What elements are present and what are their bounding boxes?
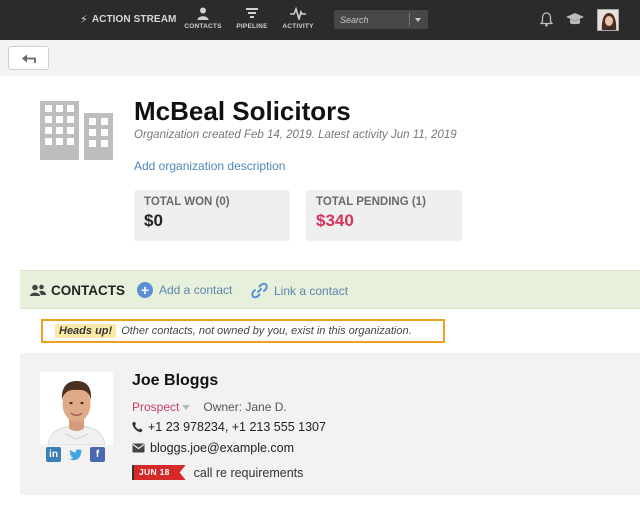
- total-won-value: $0: [144, 211, 163, 230]
- contact-meta-row: Prospect Owner: Jane D.: [132, 400, 287, 414]
- bell-icon[interactable]: [540, 12, 553, 27]
- add-contact-button[interactable]: + Add a contact: [137, 282, 232, 298]
- graduation-cap-icon[interactable]: [566, 12, 584, 26]
- contact-photo[interactable]: [40, 372, 113, 445]
- person-icon: [197, 7, 209, 20]
- link-contact-button[interactable]: Link a contact: [251, 282, 348, 299]
- organization-name: McBeal Solicitors: [134, 96, 351, 126]
- contacts-section-header: CONTACTS + Add a contact Link a contact: [20, 270, 640, 309]
- nav-contacts[interactable]: CONTACTS: [177, 7, 229, 30]
- search-box: [334, 10, 428, 29]
- search-dropdown-icon[interactable]: [415, 17, 421, 22]
- heads-up-badge: Heads up!: [55, 324, 117, 338]
- user-avatar[interactable]: [597, 9, 619, 31]
- total-won-card: TOTAL WON (0) $0: [134, 190, 290, 241]
- linkedin-icon[interactable]: in: [46, 447, 61, 462]
- stage-label: Prospect: [132, 400, 180, 414]
- back-button[interactable]: [8, 46, 49, 70]
- total-pending-label: TOTAL PENDING (1): [316, 196, 426, 208]
- reply-arrow-icon: [21, 54, 36, 63]
- organization-meta: Organization created Feb 14, 2019. Lates…: [134, 129, 457, 141]
- plus-icon: +: [137, 282, 153, 298]
- total-pending-value: $340: [316, 211, 354, 230]
- contacts-title: CONTACTS: [51, 283, 125, 298]
- pulse-icon: [290, 7, 306, 20]
- contact-card: in f Joe Bloggs Prospect Owner: Jane D. …: [20, 353, 640, 495]
- task-date-flag: JUN 18: [132, 465, 186, 480]
- people-icon: [30, 284, 46, 296]
- contact-name[interactable]: Joe Bloggs: [132, 372, 218, 390]
- search-input[interactable]: [334, 11, 404, 28]
- contact-portrait-icon: [40, 372, 113, 445]
- next-task[interactable]: JUN 18 call re requirements: [132, 465, 303, 480]
- funnel-icon: [246, 8, 258, 18]
- twitter-icon[interactable]: [68, 447, 83, 462]
- brand-label: ACTION STREAM: [91, 14, 177, 25]
- add-contact-label: Add a contact: [159, 283, 233, 297]
- nav-activity-label: ACTIVITY: [282, 23, 314, 30]
- heads-up-notice: Heads up! Other contacts, not owned by y…: [41, 319, 445, 343]
- avatar-portrait-icon: [598, 10, 618, 30]
- contact-email-row: bloggs.joe@example.com: [132, 441, 294, 455]
- lightning-icon: ⚡: [80, 14, 88, 26]
- contact-phones[interactable]: +1 23 978234, +1 213 555 1307: [148, 420, 326, 434]
- heads-up-text: Other contacts, not owned by you, exist …: [121, 325, 412, 337]
- total-pending-card: TOTAL PENDING (1) $340: [306, 190, 462, 241]
- link-contact-label: Link a contact: [274, 283, 349, 298]
- stage-dropdown[interactable]: Prospect: [132, 400, 191, 414]
- nav-pipeline-label: PIPELINE: [236, 23, 268, 30]
- toolbar: [0, 40, 640, 76]
- chain-link-icon: [251, 282, 268, 299]
- contact-phone-row: +1 23 978234, +1 213 555 1307: [132, 420, 326, 434]
- envelope-icon: [132, 443, 145, 453]
- top-navigation-bar: ⚡ ACTION STREAM CONTACTS PIPELINE ACTIVI…: [0, 0, 640, 40]
- chevron-down-icon: [182, 404, 191, 410]
- nav-pipeline[interactable]: PIPELINE: [226, 7, 278, 30]
- add-description-link[interactable]: Add organization description: [134, 159, 285, 173]
- nav-contacts-label: CONTACTS: [184, 23, 222, 30]
- facebook-icon[interactable]: f: [90, 447, 105, 462]
- nav-activity[interactable]: ACTIVITY: [272, 7, 324, 30]
- search-divider: [409, 13, 410, 26]
- building-icon: [40, 101, 113, 160]
- twitter-bird-icon: [69, 449, 82, 461]
- contact-email[interactable]: bloggs.joe@example.com: [150, 441, 294, 455]
- action-stream-link[interactable]: ⚡ ACTION STREAM: [80, 13, 176, 26]
- owner-label: Owner: Jane D.: [203, 400, 287, 414]
- task-text: call re requirements: [193, 465, 304, 480]
- phone-icon: [132, 421, 143, 433]
- total-won-label: TOTAL WON (0): [144, 196, 230, 208]
